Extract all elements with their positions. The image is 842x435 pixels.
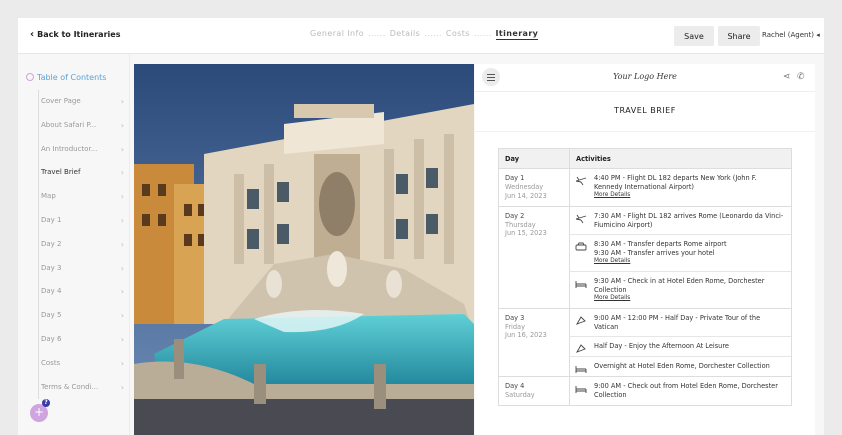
activity-item: 9:30 AM - Check in at Hotel Eden Rome, D… <box>570 272 791 308</box>
toc-item-day-2[interactable]: Day 2 › <box>39 233 124 257</box>
step-costs[interactable]: Costs <box>446 29 470 38</box>
logo-placeholder: Your Logo Here <box>613 72 677 81</box>
toc-item-day-4[interactable]: Day 4 › <box>39 280 124 304</box>
toc-item-map[interactable]: Map › <box>39 185 124 209</box>
column-header-day: Day <box>498 148 570 169</box>
activity-item: 8:30 AM - Transfer departs Rome airport … <box>570 235 791 273</box>
share-icon[interactable]: ⋖ <box>783 72 791 82</box>
ticket-icon <box>575 315 586 325</box>
chevron-right-icon: › <box>120 144 124 154</box>
chevron-right-icon: › <box>120 358 124 368</box>
day-cell: Day 2 Thursday Jun 15, 2023 <box>498 205 570 309</box>
step-details[interactable]: Details <box>390 29 421 38</box>
column-header-activities: Activities <box>569 148 792 169</box>
table-of-contents-sidebar: Table of Contents Cover Page › About Safa… <box>18 54 130 435</box>
itinerary-table: Day Activities Day 1 Wednesday Jun 14, 2… <box>498 148 792 406</box>
activity-item: 9:00 AM - 12:00 PM - Half Day - Private … <box>570 309 791 338</box>
activity-item: 4:40 PM - Flight DL 182 departs New York… <box>570 169 791 205</box>
table-row: Day 2 Thursday Jun 15, 2023 7:30 AM - Fl… <box>498 205 792 309</box>
day-cell: Day 1 Wednesday Jun 14, 2023 <box>498 168 570 207</box>
chevron-right-icon: › <box>120 120 124 130</box>
title-divider <box>475 131 815 132</box>
toc-heading[interactable]: Table of Contents <box>26 73 106 82</box>
chevron-right-icon: › <box>120 97 124 106</box>
day-cell: Day 4 Saturday <box>498 376 570 406</box>
cover-photo <box>134 64 474 435</box>
table-header-row: Day Activities <box>498 148 792 169</box>
toc-circle-icon <box>26 73 34 81</box>
plane-icon <box>575 214 587 223</box>
toc-item-costs[interactable]: Costs › <box>39 352 124 376</box>
travel-brief-document: Your Logo Here ⋖ ✆ TRAVEL BRIEF Day Acti… <box>475 64 815 435</box>
activities-cell: 4:40 PM - Flight DL 182 departs New York… <box>569 168 792 207</box>
step-itinerary[interactable]: Itinerary <box>495 29 539 40</box>
chevron-right-icon: › <box>120 168 124 178</box>
activity-item: Overnight at Hotel Eden Rome, Dorchester… <box>570 357 791 376</box>
toc-list: Cover Page › About Safari P... › An Introd… <box>38 90 124 400</box>
chevron-right-icon: › <box>120 287 124 297</box>
table-row: Day 3 Friday Jun 16, 2023 9:00 AM - 12:0… <box>498 307 792 378</box>
activity-item: 7:30 AM - Flight DL 182 arrives Rome (Le… <box>570 207 791 236</box>
top-bar: ‹ Back to Itineraries General Info...... D… <box>18 18 824 54</box>
table-row: Day 1 Wednesday Jun 14, 2023 4:40 PM - F… <box>498 168 792 207</box>
agent-label: Rachel (Agent) <box>762 31 814 39</box>
bed-icon <box>575 366 587 374</box>
activity-item: 9:00 AM - Check out from Hotel Eden Rome… <box>570 377 791 405</box>
chevron-right-icon: › <box>120 239 124 249</box>
activities-cell: 9:00 AM - Check out from Hotel Eden Rome… <box>569 376 792 406</box>
plane-icon <box>575 176 587 186</box>
document-header: Your Logo Here ⋖ ✆ <box>475 64 815 92</box>
toc-item-introduction[interactable]: An Introductor... › <box>39 138 124 162</box>
phone-icon[interactable]: ✆ <box>797 72 805 82</box>
app-frame: ‹ Back to Itineraries General Info...... D… <box>18 18 824 435</box>
chevron-right-icon: › <box>120 263 124 273</box>
activities-cell: 7:30 AM - Flight DL 182 arrives Rome (Le… <box>569 205 792 309</box>
toc-item-cover-page[interactable]: Cover Page › <box>39 90 124 114</box>
table-row: Day 4 Saturday 9:00 AM - Check out from … <box>498 376 792 406</box>
bed-icon <box>575 281 587 289</box>
toc-item-travel-brief[interactable]: Travel Brief › <box>39 161 124 185</box>
toc-item-day-5[interactable]: Day 5 › <box>39 304 124 328</box>
toc-item-day-1[interactable]: Day 1 › <box>39 209 124 233</box>
back-to-itineraries-link[interactable]: ‹ Back to Itineraries <box>30 29 120 40</box>
agent-menu[interactable]: Rachel (Agent) ◂ <box>762 31 820 39</box>
more-details-link[interactable]: More Details <box>594 295 785 303</box>
back-label: Back to Itineraries <box>37 30 121 39</box>
more-details-link[interactable]: More Details <box>594 258 785 266</box>
chevron-left-icon: ‹ <box>30 29 35 40</box>
ticket-icon <box>575 344 586 354</box>
caret-left-icon: ◂ <box>816 31 820 39</box>
chevron-right-icon: › <box>120 215 124 225</box>
chevron-right-icon: › <box>120 311 124 321</box>
chevron-right-icon: › <box>120 382 124 392</box>
share-button[interactable]: Share <box>718 26 760 46</box>
activities-cell: 9:00 AM - 12:00 PM - Half Day - Private … <box>569 307 792 378</box>
day-cell: Day 3 Friday Jun 16, 2023 <box>498 307 570 378</box>
step-nav: General Info...... Details...... Costs....… <box>310 29 539 40</box>
chevron-right-icon: › <box>120 192 124 202</box>
save-button[interactable]: Save <box>674 26 714 46</box>
step-general-info[interactable]: General Info <box>310 29 364 38</box>
help-badge-icon[interactable]: ? <box>42 399 50 407</box>
car-icon <box>575 243 587 251</box>
toc-item-day-3[interactable]: Day 3 › <box>39 257 124 281</box>
activity-item: Half Day - Enjoy the Afternoon At Leisur… <box>570 337 791 358</box>
chevron-right-icon: › <box>120 334 124 344</box>
toc-item-terms[interactable]: Terms & Condi... › <box>39 376 124 400</box>
fountain-photo-illustration <box>134 64 474 435</box>
toc-item-day-6[interactable]: Day 6 › <box>39 328 124 352</box>
bed-icon <box>575 386 587 394</box>
page-title: TRAVEL BRIEF <box>614 106 676 115</box>
toc-item-about[interactable]: About Safari P... › <box>39 114 124 138</box>
more-details-link[interactable]: More Details <box>594 192 785 200</box>
